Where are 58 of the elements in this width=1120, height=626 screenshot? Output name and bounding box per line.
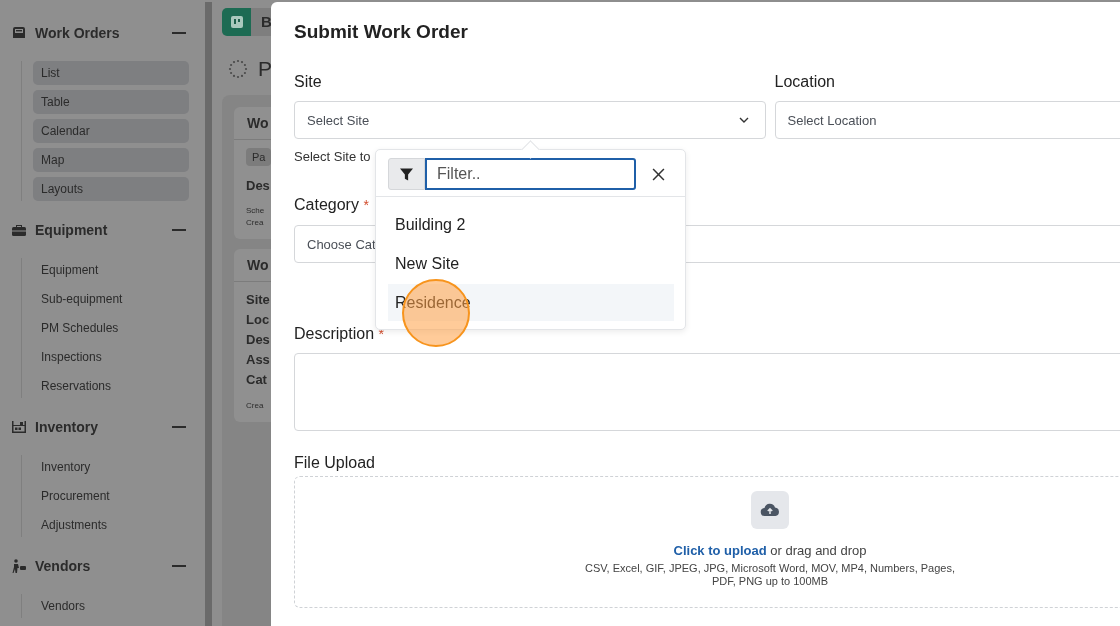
site-select[interactable]: Select Site bbox=[294, 101, 766, 139]
location-select[interactable]: Select Location bbox=[774, 101, 1120, 139]
shelf-icon bbox=[11, 419, 27, 435]
nav-item[interactable]: Layouts bbox=[33, 177, 189, 201]
field-label: Ass bbox=[246, 351, 270, 369]
scrollbar[interactable] bbox=[205, 2, 212, 626]
upload-link[interactable]: Click to upload bbox=[673, 543, 767, 558]
nav-item[interactable]: Equipment bbox=[33, 258, 189, 282]
cloud-upload-icon bbox=[751, 491, 789, 529]
person-icon bbox=[11, 558, 27, 574]
card-heading: Des bbox=[246, 178, 270, 193]
tray-icon bbox=[11, 25, 27, 41]
field-label: Des bbox=[246, 331, 270, 349]
field-label: Site bbox=[294, 72, 323, 92]
spinner-icon bbox=[228, 59, 248, 79]
page-title: P bbox=[258, 57, 272, 81]
required-mark: * bbox=[363, 197, 369, 213]
field-label: Description bbox=[294, 325, 375, 342]
description-field[interactable] bbox=[294, 353, 1120, 431]
chevron-down-icon bbox=[738, 117, 749, 123]
nav-item[interactable]: Sub-equipment bbox=[33, 287, 189, 311]
help-text: Select Site to bbox=[294, 149, 371, 165]
nav-item[interactable]: Vendors bbox=[33, 594, 189, 618]
filter-button[interactable] bbox=[388, 158, 425, 190]
board-icon bbox=[230, 16, 243, 28]
field-label: Loc bbox=[246, 311, 270, 329]
nav-item[interactable]: Table bbox=[33, 90, 189, 114]
field-label: Category bbox=[294, 196, 359, 213]
dialog-title: Submit Work Order bbox=[294, 20, 469, 44]
nav-item[interactable]: PM Schedules bbox=[33, 316, 189, 340]
card-meta: Crea bbox=[246, 400, 264, 412]
close-icon[interactable] bbox=[652, 167, 665, 181]
nav-item[interactable]: Procurement bbox=[33, 484, 189, 508]
card-meta: Crea bbox=[246, 217, 264, 229]
filter-input[interactable]: Filter.. bbox=[425, 158, 636, 190]
nav-item[interactable]: List bbox=[33, 61, 189, 85]
section-title[interactable]: Inventory bbox=[35, 419, 172, 435]
status-badge: Pa bbox=[246, 148, 272, 166]
nav-item[interactable]: Inventory bbox=[33, 455, 189, 479]
field-label: Location bbox=[774, 72, 836, 92]
section-title[interactable]: Vendors bbox=[35, 558, 172, 574]
nav-item[interactable]: Map bbox=[33, 148, 189, 172]
upload-hint: CSV, Excel, GIF, JPEG, JPG, Microsoft Word, MOV, MP4, Numbers, Pages, PDF, PNG up to 100MB bbox=[583, 562, 956, 588]
upload-dropzone[interactable]: Click to upload or drag and drop CSV, Excel, GIF, JPEG, JPG, Microsoft Word, MOV, MP4, Numbers, Pages, PDF, PNG up to 100MB bbox=[294, 476, 1120, 608]
field-label: File Upload bbox=[294, 453, 376, 473]
app-button[interactable] bbox=[222, 8, 251, 36]
toolbox-icon bbox=[11, 222, 27, 238]
nav-item[interactable]: Calendar bbox=[33, 119, 189, 143]
section-title[interactable]: Work Orders bbox=[35, 25, 172, 41]
field-label: Cat bbox=[246, 371, 267, 389]
section-title[interactable]: Equipment bbox=[35, 222, 172, 238]
upload-text: or drag and drop bbox=[770, 543, 867, 558]
card-meta: Sche bbox=[246, 205, 265, 217]
funnel-icon bbox=[400, 167, 413, 181]
field-label: Site bbox=[246, 291, 270, 309]
nav-item[interactable]: Inspections bbox=[33, 345, 189, 369]
nav-item[interactable]: Adjustments bbox=[33, 513, 189, 537]
nav-item[interactable]: Reservations bbox=[33, 374, 189, 398]
